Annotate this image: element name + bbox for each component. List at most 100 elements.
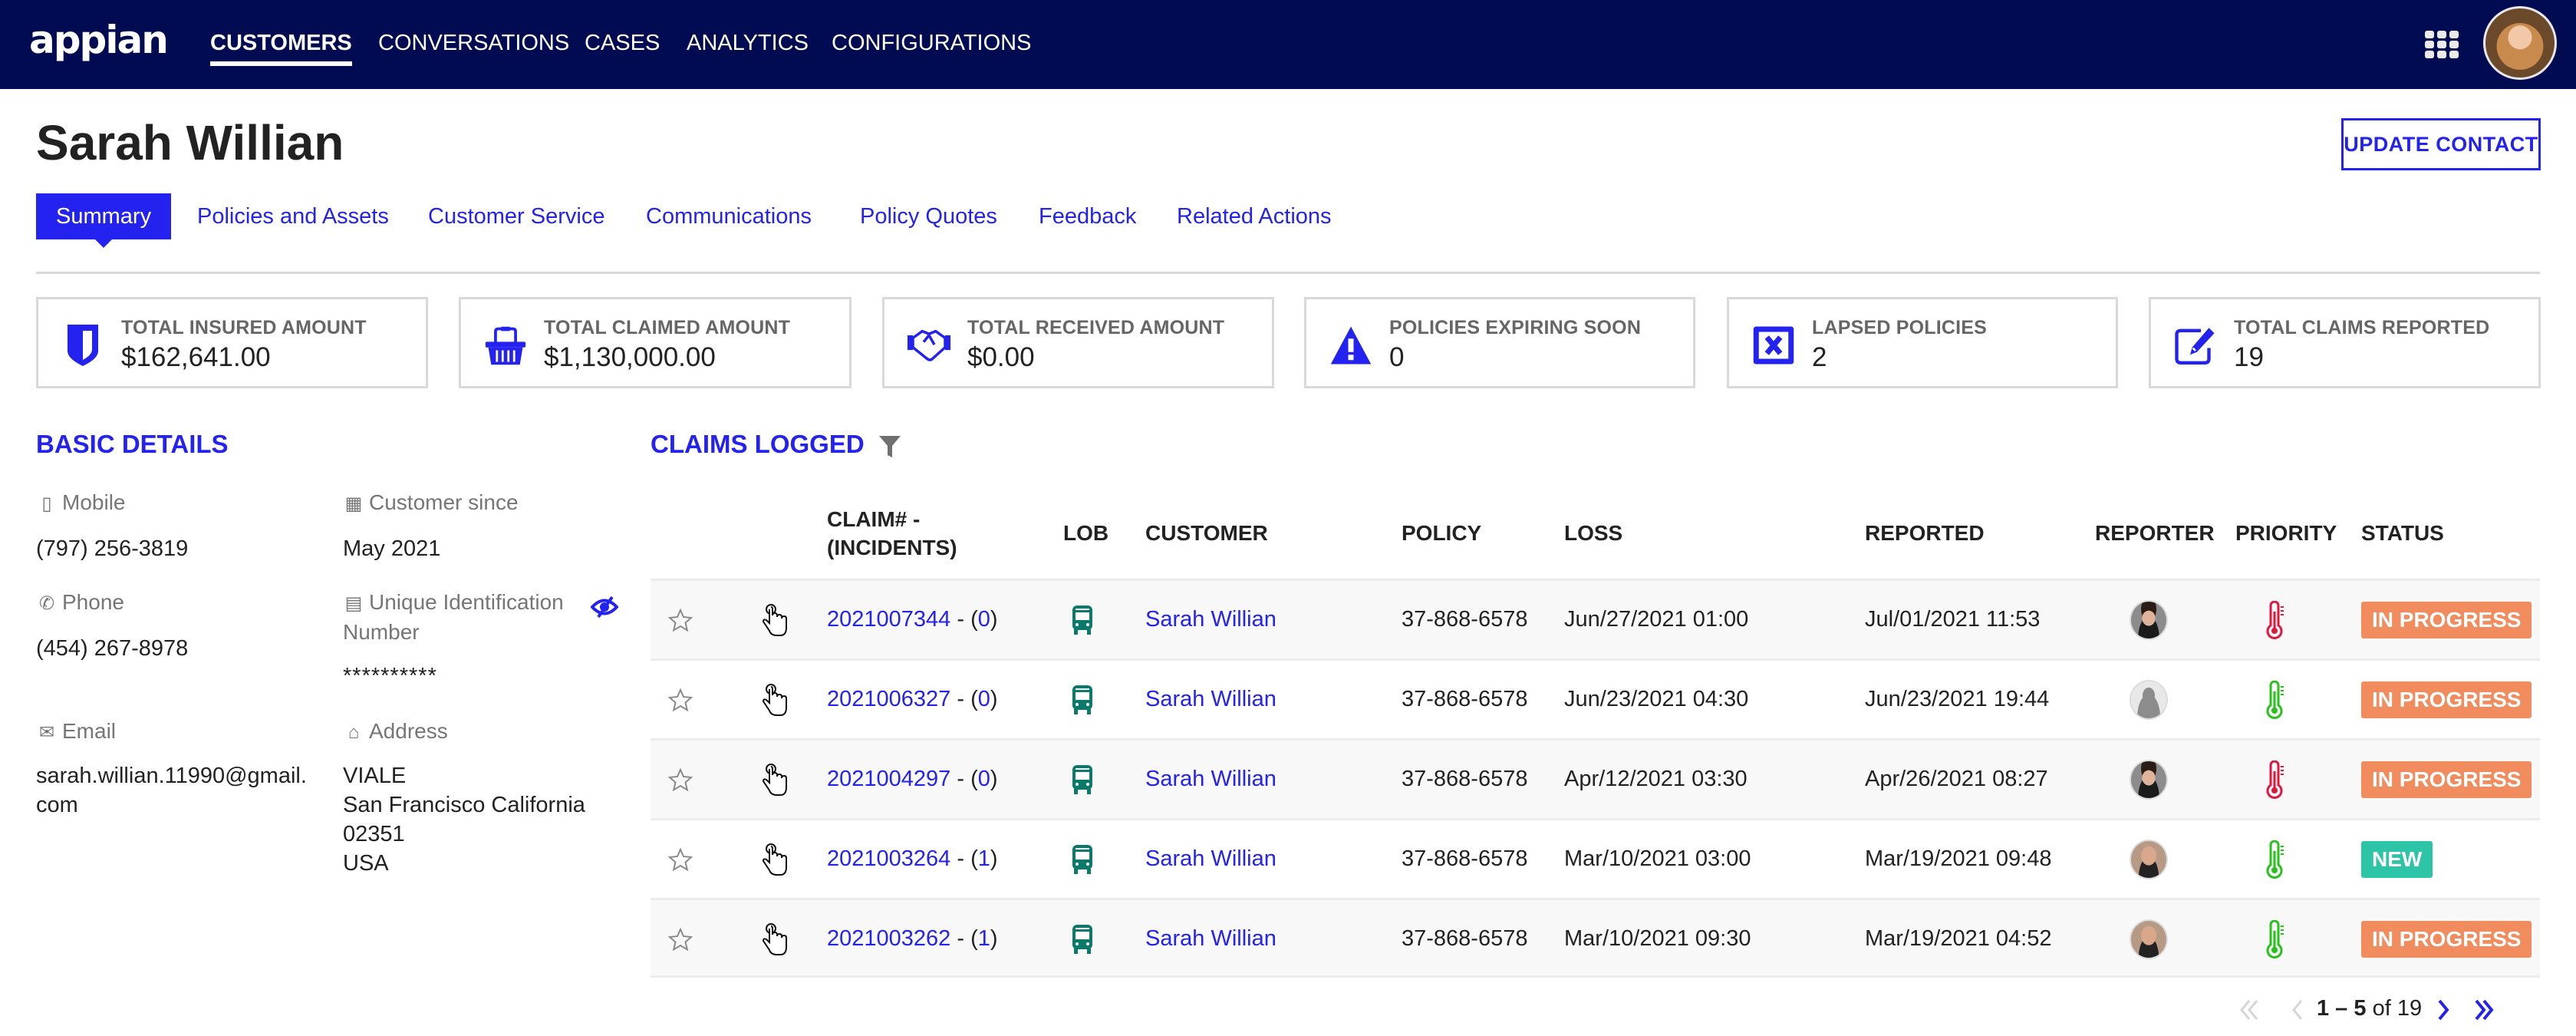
- table-row[interactable]: 2021003262 - (1) Sarah Willian 37-868-65…: [651, 898, 2540, 978]
- incident-count-link[interactable]: 0: [978, 607, 990, 632]
- kpi-total-received-amount: TOTAL RECEIVED AMOUNT $0.00: [882, 297, 1274, 388]
- column-header-lob[interactable]: LOB: [1063, 519, 1108, 547]
- warning-icon: [1329, 322, 1372, 368]
- incident-count-link[interactable]: 0: [978, 767, 990, 792]
- appian-logo[interactable]: appian: [29, 17, 169, 63]
- tab-feedback[interactable]: Feedback: [1039, 193, 1136, 239]
- phone-label-text: Phone: [62, 590, 124, 614]
- tab-communications[interactable]: Communications: [646, 193, 812, 239]
- tab-summary[interactable]: Summary: [36, 193, 172, 248]
- update-contact-button[interactable]: UPDATE CONTACT: [2341, 118, 2541, 170]
- column-header-reported[interactable]: REPORTED: [1865, 519, 1985, 547]
- pointer-hand-icon[interactable]: [762, 741, 788, 818]
- column-header-policy[interactable]: POLICY: [1402, 519, 1481, 547]
- claim-number-link[interactable]: 2021003262: [827, 926, 950, 952]
- kpi-value: $1,130,000.00: [544, 342, 716, 372]
- filter-icon[interactable]: [878, 434, 901, 459]
- column-header-status[interactable]: STATUS: [2361, 519, 2444, 547]
- tab-customer-service[interactable]: Customer Service: [428, 193, 604, 239]
- claim-number-link[interactable]: 2021003264: [827, 846, 950, 872]
- pagination-range: 1 – 5: [2317, 996, 2367, 1021]
- thermometer-icon: [2265, 661, 2285, 738]
- incident-count-link[interactable]: 1: [978, 926, 990, 952]
- kpi-total-claimed-amount: TOTAL CLAIMED AMOUNT $1,130,000.00: [459, 297, 852, 388]
- address-line: San Francisco California: [343, 793, 585, 817]
- address-value: VIALE San Francisco California 02351 USA: [343, 761, 585, 878]
- customer-link[interactable]: Sarah Willian: [1145, 846, 1276, 872]
- kpi-value: $162,641.00: [121, 342, 271, 372]
- customer-since-value: May 2021: [343, 536, 441, 561]
- loss-date-cell: Jun/23/2021 04:30: [1564, 687, 1749, 711]
- thermometer-icon: [2265, 820, 2285, 898]
- policy-cell: 37-868-6578: [1402, 926, 1528, 951]
- table-row[interactable]: 2021007344 - (0) Sarah Willian 37-868-65…: [651, 579, 2540, 658]
- address-label: ⌂ Address: [343, 717, 448, 747]
- claim-number-link[interactable]: 2021006327: [827, 687, 950, 712]
- claim-number-link[interactable]: 2021004297: [827, 767, 950, 792]
- kpi-label: TOTAL INSURED AMOUNT: [121, 317, 367, 338]
- claim-cell: 2021003262 - (1): [827, 926, 998, 952]
- table-row[interactable]: 2021006327 - (0) Sarah Willian 37-868-65…: [651, 658, 2540, 738]
- nav-customers[interactable]: CUSTOMERS: [210, 28, 352, 66]
- bus-icon: [1072, 661, 1093, 738]
- table-row[interactable]: 2021004297 - (0) Sarah Willian 37-868-65…: [651, 738, 2540, 818]
- reported-date-cell: Mar/19/2021 09:48: [1865, 846, 2052, 871]
- column-header-priority[interactable]: PRIORITY: [2235, 519, 2337, 547]
- claim-number-link[interactable]: 2021007344: [827, 607, 950, 632]
- reporter-avatar[interactable]: [2130, 839, 2168, 879]
- table-row[interactable]: 2021003264 - (1) Sarah Willian 37-868-65…: [651, 818, 2540, 898]
- customer-link[interactable]: Sarah Willian: [1145, 926, 1276, 952]
- handshake-icon: [908, 322, 950, 368]
- uid-label-line1: Unique Identification: [369, 590, 564, 614]
- apps-grid-icon[interactable]: [2425, 31, 2459, 58]
- phone-icon: ✆: [38, 593, 55, 614]
- status-badge: IN PROGRESS: [2361, 601, 2532, 638]
- reporter-avatar[interactable]: [2130, 679, 2168, 720]
- incident-count-link[interactable]: 1: [978, 846, 990, 872]
- claim-cell: 2021003264 - (1): [827, 846, 998, 872]
- favorite-star-icon[interactable]: [668, 741, 693, 818]
- column-header-customer[interactable]: CUSTOMER: [1145, 519, 1268, 547]
- nav-conversations[interactable]: CONVERSATIONS: [378, 28, 569, 58]
- tab-related-actions[interactable]: Related Actions: [1177, 193, 1332, 239]
- favorite-star-icon[interactable]: [668, 581, 693, 658]
- column-header-loss[interactable]: LOSS: [1564, 519, 1622, 547]
- previous-page-icon[interactable]: [2286, 995, 2309, 1025]
- reported-date-cell: Jul/01/2021 11:53: [1865, 607, 2041, 632]
- incident-count-link[interactable]: 0: [978, 687, 990, 712]
- eye-slash-icon[interactable]: [591, 596, 618, 619]
- kpi-policies-expiring-soon: POLICIES EXPIRING SOON 0: [1304, 297, 1695, 388]
- customer-link[interactable]: Sarah Willian: [1145, 687, 1276, 712]
- favorite-star-icon[interactable]: [668, 820, 693, 898]
- policy-cell: 37-868-6578: [1402, 767, 1528, 791]
- reported-date-cell: Jun/23/2021 19:44: [1865, 687, 2050, 711]
- customer-link[interactable]: Sarah Willian: [1145, 607, 1276, 632]
- column-header-claim[interactable]: CLAIM# - (INCIDENTS): [827, 505, 957, 562]
- pointer-hand-icon[interactable]: [762, 661, 788, 738]
- favorite-star-icon[interactable]: [668, 661, 693, 738]
- bus-icon: [1072, 900, 1093, 978]
- claim-cell: 2021007344 - (0): [827, 607, 998, 632]
- next-page-icon[interactable]: [2432, 995, 2455, 1025]
- tab-policies-and-assets[interactable]: Policies and Assets: [197, 193, 389, 239]
- nav-analytics[interactable]: ANALYTICS: [687, 28, 809, 58]
- tab-policy-quotes[interactable]: Policy Quotes: [860, 193, 997, 239]
- first-page-icon[interactable]: [2238, 995, 2261, 1025]
- favorite-star-icon[interactable]: [668, 900, 693, 978]
- customer-link[interactable]: Sarah Willian: [1145, 767, 1276, 792]
- pointer-hand-icon[interactable]: [762, 900, 788, 978]
- nav-cases[interactable]: CASES: [585, 28, 660, 58]
- user-avatar[interactable]: [2483, 6, 2557, 80]
- reporter-avatar[interactable]: [2130, 599, 2168, 640]
- calendar-icon: ▦: [344, 493, 363, 514]
- column-header-reporter[interactable]: REPORTER: [2095, 519, 2215, 547]
- loss-date-cell: Mar/10/2021 09:30: [1564, 926, 1751, 951]
- pointer-hand-icon[interactable]: [762, 581, 788, 658]
- reporter-avatar[interactable]: [2130, 919, 2168, 959]
- last-page-icon[interactable]: [2472, 995, 2495, 1025]
- pointer-hand-icon[interactable]: [762, 820, 788, 898]
- reporter-avatar[interactable]: [2130, 759, 2168, 800]
- nav-configurations[interactable]: CONFIGURATIONS: [832, 28, 1031, 58]
- kpi-label: TOTAL CLAIMED AMOUNT: [544, 317, 791, 338]
- uid-label-line2: Number: [343, 620, 420, 644]
